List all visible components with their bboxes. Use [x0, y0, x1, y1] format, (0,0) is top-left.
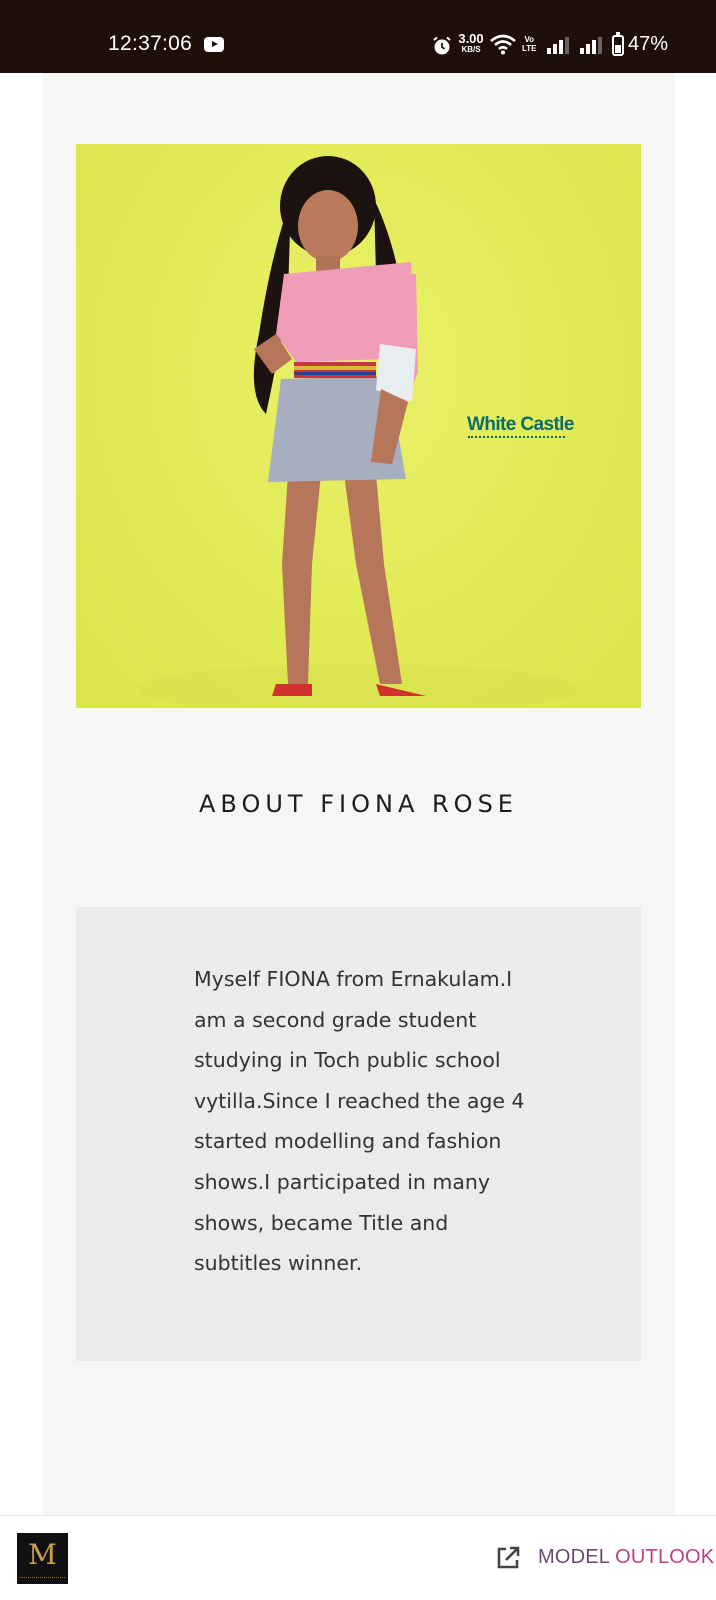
- network-speed: 3.00 KB/S: [457, 31, 485, 55]
- volte-top: Vo: [524, 35, 535, 44]
- battery-icon: [612, 32, 624, 56]
- status-time: 12:37:06: [108, 32, 193, 55]
- brand-logo: White Castle: [467, 414, 574, 435]
- brand-logo-underline: [468, 436, 565, 439]
- network-speed-unit: KB/S: [461, 45, 481, 54]
- network-speed-value: 3.00: [458, 31, 484, 46]
- site-logo-mark: M: [28, 1538, 57, 1571]
- wifi-icon: [490, 34, 516, 55]
- signal-icon: [547, 37, 571, 54]
- external-link-icon[interactable]: [494, 1544, 522, 1572]
- site-link[interactable]: MODEL OUTLOOK: [538, 1546, 714, 1569]
- volte-indicator: Vo LTE: [522, 35, 537, 53]
- battery-level: 47%: [628, 33, 669, 55]
- volte-bottom: LTE: [522, 44, 537, 53]
- site-link-outlook: OUTLOOK: [615, 1546, 715, 1568]
- model-photo: White Castle: [76, 144, 641, 708]
- about-heading: ABOUT FIONA ROSE: [199, 790, 518, 818]
- bio-box: Myself FIONA from Ernakulam.I am a secon…: [76, 907, 641, 1361]
- youtube-icon: [204, 37, 224, 52]
- alarm-icon: [433, 36, 451, 55]
- signal-icon-2: [580, 37, 604, 54]
- status-bar: 12:37:06 3.00 KB/S Vo LTE 47%: [0, 0, 716, 73]
- site-logo[interactable]: M: [17, 1533, 68, 1584]
- bio-text: Myself FIONA from Ernakulam.I am a secon…: [194, 967, 525, 1276]
- site-logo-rule: [20, 1577, 65, 1579]
- site-link-model: MODEL: [538, 1546, 616, 1568]
- bottom-bar: M MODEL OUTLOOK: [0, 1515, 716, 1600]
